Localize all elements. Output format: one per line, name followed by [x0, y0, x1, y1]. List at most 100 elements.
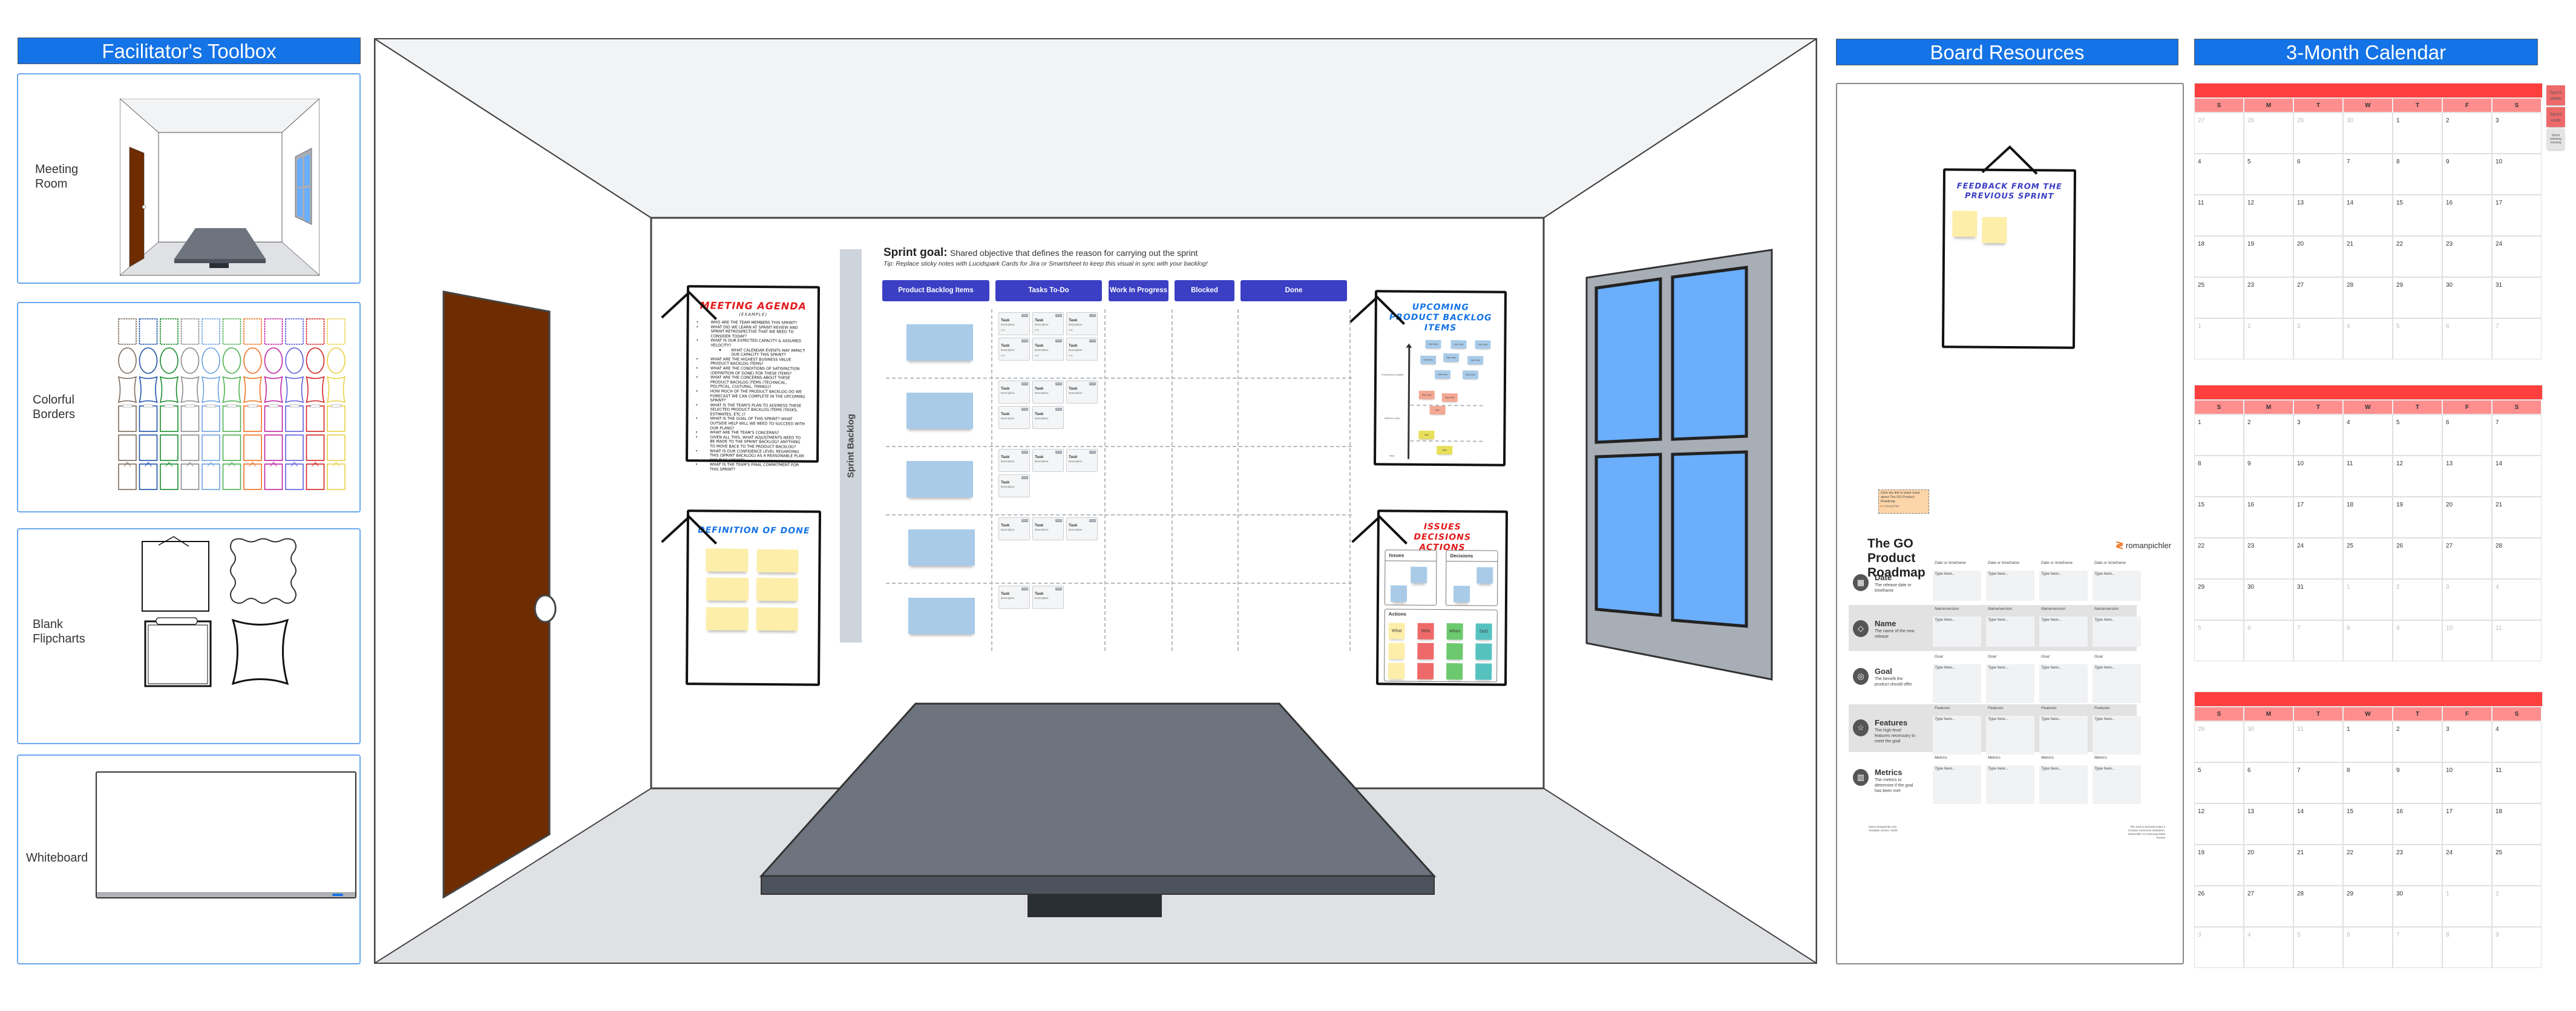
calendar-day[interactable]: 31 [2293, 579, 2343, 620]
decisions-box[interactable]: Decisions [1445, 550, 1498, 606]
calendar-day[interactable]: 4 [2194, 154, 2244, 195]
roadmap-cell-input[interactable]: Type here... [2093, 571, 2141, 601]
action-note[interactable] [1475, 663, 1492, 680]
calendar-day[interactable]: 18 [2194, 236, 2244, 277]
task-card[interactable]: To Do Task Description [1066, 517, 1098, 540]
task-card[interactable]: To Do Task Description A 2 [998, 312, 1030, 335]
product-backlog-item[interactable] [908, 529, 975, 566]
sticky-note[interactable] [706, 577, 749, 601]
calendar-day[interactable]: 9 [2393, 762, 2442, 803]
calendar-day[interactable]: 3 [2442, 579, 2492, 620]
task-card[interactable]: To Do Task Description A 2 [998, 338, 1030, 361]
meeting-agenda-poster[interactable]: Meeting Agenda (Example) Who are the tea… [661, 285, 821, 472]
calendar-day[interactable]: 2 [2393, 721, 2442, 762]
issues-decisions-actions-poster[interactable]: Issues Decisions Actions Issues Decision… [1351, 509, 1509, 686]
calendar-day[interactable]: 9 [2393, 620, 2442, 661]
calendar-day[interactable]: 29 [2194, 579, 2244, 620]
calendar-day[interactable]: 7 [2393, 927, 2442, 968]
calendar-day[interactable]: 30 [2393, 886, 2442, 927]
sticky-note[interactable] [1411, 566, 1427, 583]
calendar-day[interactable]: 20 [2244, 845, 2293, 886]
calendar-day[interactable]: 31 [2293, 721, 2343, 762]
calendar-day[interactable]: 11 [2492, 762, 2542, 803]
calendar-day[interactable]: 24 [2492, 236, 2542, 277]
calendar-day[interactable]: 27 [2442, 538, 2492, 579]
calendar-day[interactable]: 19 [2393, 497, 2442, 538]
sticky-note[interactable] [706, 607, 749, 630]
task-card[interactable]: To Do Task Description [1032, 586, 1064, 609]
calendar-day[interactable]: 2 [2393, 579, 2442, 620]
calendar-day[interactable]: 23 [2244, 538, 2293, 579]
task-card[interactable]: To Do Task Description A 5 [1066, 312, 1098, 335]
calendar-day[interactable]: 2 [2492, 886, 2542, 927]
calendar-day[interactable]: 26 [2194, 886, 2244, 927]
calendar-day[interactable]: 3 [2293, 318, 2343, 359]
calendar-day[interactable]: 7 [2492, 414, 2542, 456]
action-note[interactable] [1417, 663, 1434, 679]
upcoming-note[interactable]: User story [1467, 356, 1484, 365]
calendar-day[interactable]: 19 [2244, 236, 2293, 277]
calendar-day[interactable]: 9 [2244, 456, 2293, 497]
calendar-day[interactable]: 23 [2442, 236, 2492, 277]
roadmap-cell-input[interactable]: Type here... [1933, 571, 1981, 601]
calendar-day[interactable]: 5 [2244, 154, 2293, 195]
calendar-day[interactable]: 27 [2194, 113, 2244, 154]
calendar-day[interactable]: 13 [2244, 803, 2293, 845]
upcoming-note[interactable]: Idea [1437, 445, 1453, 455]
roadmap-cell-input[interactable]: Type here... [2039, 765, 2088, 804]
toolbox-item-blank-flipcharts[interactable]: Blank Flipcharts [17, 528, 361, 744]
calendar-day[interactable]: 27 [2244, 886, 2293, 927]
upcoming-note[interactable]: User story [1441, 393, 1458, 402]
action-note[interactable] [1417, 643, 1434, 659]
calendar-day[interactable]: 1 [2393, 113, 2442, 154]
action-note[interactable] [1388, 663, 1405, 679]
calendar-day[interactable]: 25 [2492, 845, 2542, 886]
calendar-day[interactable]: 3 [2492, 113, 2542, 154]
calendar-day[interactable]: 6 [2293, 154, 2343, 195]
task-card[interactable]: To Do Task Description [998, 449, 1030, 472]
calendar-day[interactable]: 28 [2343, 277, 2393, 318]
task-card[interactable]: To Do Task Description [1066, 449, 1098, 472]
calendar-day[interactable]: 25 [2194, 277, 2244, 318]
calendar-day[interactable]: 11 [2492, 620, 2542, 661]
upcoming-note[interactable]: Epic [1429, 405, 1446, 415]
product-backlog-item[interactable] [906, 393, 973, 429]
roadmap-cell-input[interactable]: Type here... [2039, 571, 2088, 601]
action-note[interactable]: What [1388, 623, 1405, 640]
roadmap-cell-input[interactable]: Type here... [2093, 664, 2141, 703]
action-note[interactable] [1475, 643, 1492, 660]
task-card[interactable]: To Do Task Description A 2 [1032, 338, 1064, 361]
task-card[interactable]: To Do Task Description [998, 474, 1030, 497]
calendar-day[interactable]: 28 [2244, 113, 2293, 154]
calendar-day[interactable]: 11 [2343, 456, 2393, 497]
calendar-day[interactable]: 3 [2442, 721, 2492, 762]
task-card[interactable]: To Do Task Description A 3 [1032, 312, 1064, 335]
product-backlog-item[interactable] [906, 324, 973, 361]
calendar-day[interactable]: 13 [2442, 456, 2492, 497]
sticky-note[interactable] [756, 578, 799, 601]
calendar-day[interactable]: 11 [2194, 195, 2244, 236]
calendar-day[interactable]: 5 [2393, 318, 2442, 359]
roadmap-cell-input[interactable]: Type here... [1933, 664, 1981, 703]
calendar-day[interactable]: 7 [2293, 762, 2343, 803]
sticky-note[interactable] [1982, 217, 2007, 243]
calendar-day[interactable]: 30 [2442, 277, 2492, 318]
calendar-day[interactable]: 5 [2293, 927, 2343, 968]
calendar-day[interactable]: 5 [2393, 414, 2442, 456]
task-card[interactable]: To Do Task Description [998, 381, 1030, 404]
column-header-tasks-todo[interactable]: Tasks To-Do [995, 280, 1102, 301]
actions-box[interactable]: Actions What Who When DoD [1384, 609, 1498, 682]
calendar-day[interactable]: 17 [2293, 497, 2343, 538]
calendar-day[interactable]: 7 [2492, 318, 2542, 359]
calendar-day[interactable]: 4 [2492, 721, 2542, 762]
action-note[interactable] [1446, 663, 1463, 680]
calendar-day[interactable]: 24 [2442, 845, 2492, 886]
calendar-day[interactable]: 23 [2393, 845, 2442, 886]
calendar-day[interactable]: 16 [2442, 195, 2492, 236]
calendar-day[interactable]: 30 [2244, 721, 2293, 762]
definition-of-done-poster[interactable]: Definition of Done [661, 509, 822, 686]
issues-box[interactable]: Issues [1384, 549, 1437, 606]
upcoming-note[interactable]: User story [1420, 355, 1437, 364]
calendar-day[interactable]: 31 [2492, 277, 2542, 318]
roadmap-cell-input[interactable]: Type here... [2093, 617, 2141, 647]
